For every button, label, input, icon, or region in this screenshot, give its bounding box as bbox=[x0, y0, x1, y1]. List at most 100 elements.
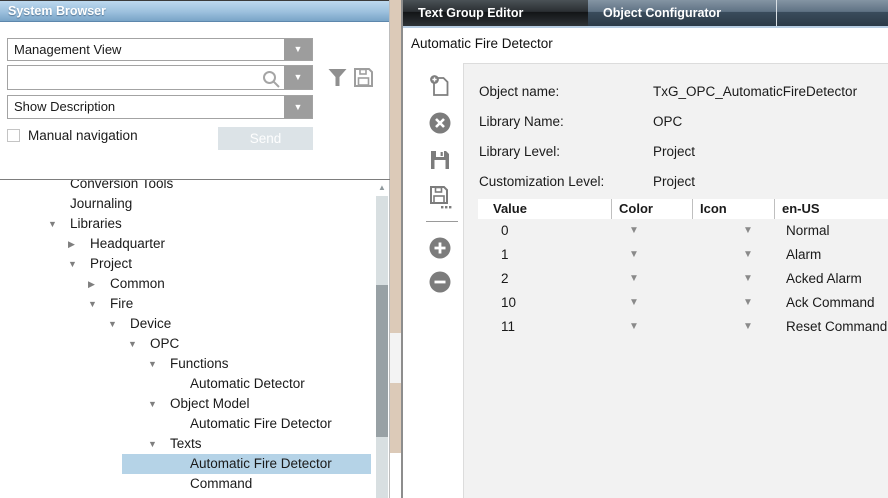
cell-text-en-us[interactable]: Alarm bbox=[774, 243, 888, 267]
chevron-expanded-icon[interactable]: ▼ bbox=[148, 354, 170, 374]
filter-icon[interactable] bbox=[327, 67, 348, 88]
form-row: Library Name:OPC bbox=[479, 106, 878, 136]
send-button[interactable]: Send bbox=[218, 127, 313, 150]
properties-form: Object name:TxG_OPC_AutomaticFireDetecto… bbox=[479, 76, 878, 196]
color-dropdown-icon[interactable]: ▼ bbox=[611, 219, 692, 243]
save-search-icon[interactable] bbox=[352, 66, 375, 89]
color-dropdown-icon[interactable]: ▼ bbox=[611, 267, 692, 291]
tree-item-automatic-fire-detector[interactable]: Automatic Fire Detector bbox=[0, 454, 371, 474]
tree-rows: Conversion ToolsJournaling▼Libraries▶Hea… bbox=[0, 180, 374, 494]
description-dropdown-button[interactable]: ▼ bbox=[284, 96, 312, 118]
form-row: Customization Level:Project bbox=[479, 166, 878, 196]
save-as-icon[interactable] bbox=[428, 184, 452, 208]
tree-item-headquarter[interactable]: ▶Headquarter bbox=[0, 234, 374, 254]
tree-item-common[interactable]: ▶Common bbox=[0, 274, 374, 294]
description-dropdown[interactable]: Show Description ▼ bbox=[7, 95, 313, 119]
tree-item-automatic-fire-detector[interactable]: Automatic Fire Detector bbox=[0, 414, 374, 434]
new-text-group-icon[interactable] bbox=[428, 74, 452, 98]
tree-item-journaling[interactable]: Journaling bbox=[0, 194, 374, 214]
scroll-up-icon[interactable]: ▲ bbox=[374, 180, 390, 196]
cell-value: 2 bbox=[478, 267, 611, 291]
cell-value: 11 bbox=[478, 315, 611, 339]
color-dropdown-icon[interactable]: ▼ bbox=[611, 291, 692, 315]
app-window: { "colors": { "panel_header_top": "#bcd8… bbox=[0, 0, 888, 498]
manual-navigation-checkbox[interactable] bbox=[7, 129, 20, 142]
tree-item-libraries[interactable]: ▼Libraries bbox=[0, 214, 374, 234]
scrollbar-track[interactable] bbox=[376, 196, 388, 498]
chevron-collapsed-icon[interactable]: ▶ bbox=[68, 234, 90, 254]
icon-dropdown-icon[interactable]: ▼ bbox=[692, 291, 774, 315]
scrollbar-thumb[interactable] bbox=[376, 285, 388, 437]
remove-row-icon[interactable] bbox=[428, 270, 452, 294]
tab-text-group-editor[interactable]: Text Group Editor bbox=[403, 0, 588, 26]
form-field-label: Library Level: bbox=[479, 144, 653, 159]
chevron-expanded-icon[interactable]: ▼ bbox=[108, 314, 130, 334]
tree-item-label: Command bbox=[190, 476, 252, 491]
table-row[interactable]: 10▼▼Ack Command bbox=[478, 291, 888, 315]
manual-navigation-label: Manual navigation bbox=[28, 128, 138, 143]
tree-item-conversion-tools[interactable]: Conversion Tools bbox=[0, 180, 374, 194]
tree-item-label: Libraries bbox=[70, 216, 122, 231]
tree-item-object-model[interactable]: ▼Object Model bbox=[0, 394, 374, 414]
color-dropdown-icon[interactable]: ▼ bbox=[611, 243, 692, 267]
tree-item-automatic-detector[interactable]: Automatic Detector bbox=[0, 374, 374, 394]
cell-text-en-us[interactable]: Reset Command bbox=[774, 315, 888, 339]
icon-dropdown-icon[interactable]: ▼ bbox=[692, 243, 774, 267]
tree-item-label: Project bbox=[90, 256, 132, 271]
icon-dropdown-icon[interactable]: ▼ bbox=[692, 219, 774, 243]
icon-dropdown-icon[interactable]: ▼ bbox=[692, 315, 774, 339]
tree-item-command[interactable]: Command bbox=[0, 474, 374, 494]
add-row-icon[interactable] bbox=[428, 236, 452, 260]
icon-dropdown-icon[interactable]: ▼ bbox=[692, 267, 774, 291]
delete-icon[interactable] bbox=[428, 111, 452, 135]
save-icon[interactable] bbox=[428, 148, 452, 172]
tree-item-label: Conversion Tools bbox=[70, 180, 173, 191]
form-field-value: Project bbox=[653, 174, 695, 189]
tree-item-device[interactable]: ▼Device bbox=[0, 314, 374, 334]
panel-title: System Browser bbox=[0, 0, 389, 22]
search-dropdown-button[interactable]: ▼ bbox=[284, 66, 312, 89]
table-row[interactable]: 0▼▼Normal bbox=[478, 219, 888, 243]
tree-item-label: Texts bbox=[170, 436, 202, 451]
tree-item-project[interactable]: ▼Project bbox=[0, 254, 374, 274]
color-dropdown-icon[interactable]: ▼ bbox=[611, 315, 692, 339]
chevron-expanded-icon[interactable]: ▼ bbox=[128, 334, 150, 354]
tree-item-texts[interactable]: ▼Texts bbox=[0, 434, 374, 454]
table-row[interactable]: 2▼▼Acked Alarm bbox=[478, 267, 888, 291]
view-dropdown-button[interactable]: ▼ bbox=[284, 39, 312, 60]
column-header-color: Color bbox=[611, 199, 692, 219]
cell-text-en-us[interactable]: Acked Alarm bbox=[774, 267, 888, 291]
chevron-expanded-icon[interactable]: ▼ bbox=[148, 434, 170, 454]
table-row[interactable]: 1▼▼Alarm bbox=[478, 243, 888, 267]
chevron-expanded-icon[interactable]: ▼ bbox=[148, 394, 170, 414]
form-field-label: Object name: bbox=[479, 84, 653, 99]
chevron-down-icon: ▼ bbox=[284, 66, 312, 89]
table-row[interactable]: 11▼▼Reset Command bbox=[478, 315, 888, 339]
tree-item-label: Automatic Fire Detector bbox=[190, 416, 332, 431]
tree-item-label: Fire bbox=[110, 296, 133, 311]
tree-item-fire[interactable]: ▼Fire bbox=[0, 294, 374, 314]
form-field-value: OPC bbox=[653, 114, 682, 129]
editor-panel: Text Group Editor Object Configurator Au… bbox=[401, 0, 888, 498]
chevron-collapsed-icon[interactable]: ▶ bbox=[88, 274, 110, 294]
column-header-value: Value bbox=[478, 199, 611, 219]
chevron-expanded-icon[interactable]: ▼ bbox=[68, 254, 90, 274]
tree-item-functions[interactable]: ▼Functions bbox=[0, 354, 374, 374]
chevron-down-icon: ▼ bbox=[284, 96, 312, 118]
tree-item-opc[interactable]: ▼OPC bbox=[0, 334, 374, 354]
tree-item-label: Automatic Fire Detector bbox=[190, 456, 332, 471]
tree-scrollbar[interactable]: ▲ bbox=[374, 180, 390, 498]
search-box: ▼ bbox=[7, 65, 313, 90]
tree-item-label: Common bbox=[110, 276, 165, 291]
chevron-expanded-icon[interactable]: ▼ bbox=[48, 214, 70, 234]
cell-text-en-us[interactable]: Normal bbox=[774, 219, 888, 243]
search-icon[interactable] bbox=[261, 69, 281, 89]
system-tree: Conversion ToolsJournaling▼Libraries▶Hea… bbox=[0, 180, 374, 498]
column-header-en-us: en-US bbox=[774, 199, 888, 219]
cell-text-en-us[interactable]: Ack Command bbox=[774, 291, 888, 315]
chevron-expanded-icon[interactable]: ▼ bbox=[88, 294, 110, 314]
view-dropdown[interactable]: Management View ▼ bbox=[7, 38, 313, 61]
desktop-gap-patch bbox=[390, 453, 401, 498]
tab-object-configurator[interactable]: Object Configurator bbox=[588, 0, 777, 26]
search-input[interactable] bbox=[10, 68, 265, 87]
